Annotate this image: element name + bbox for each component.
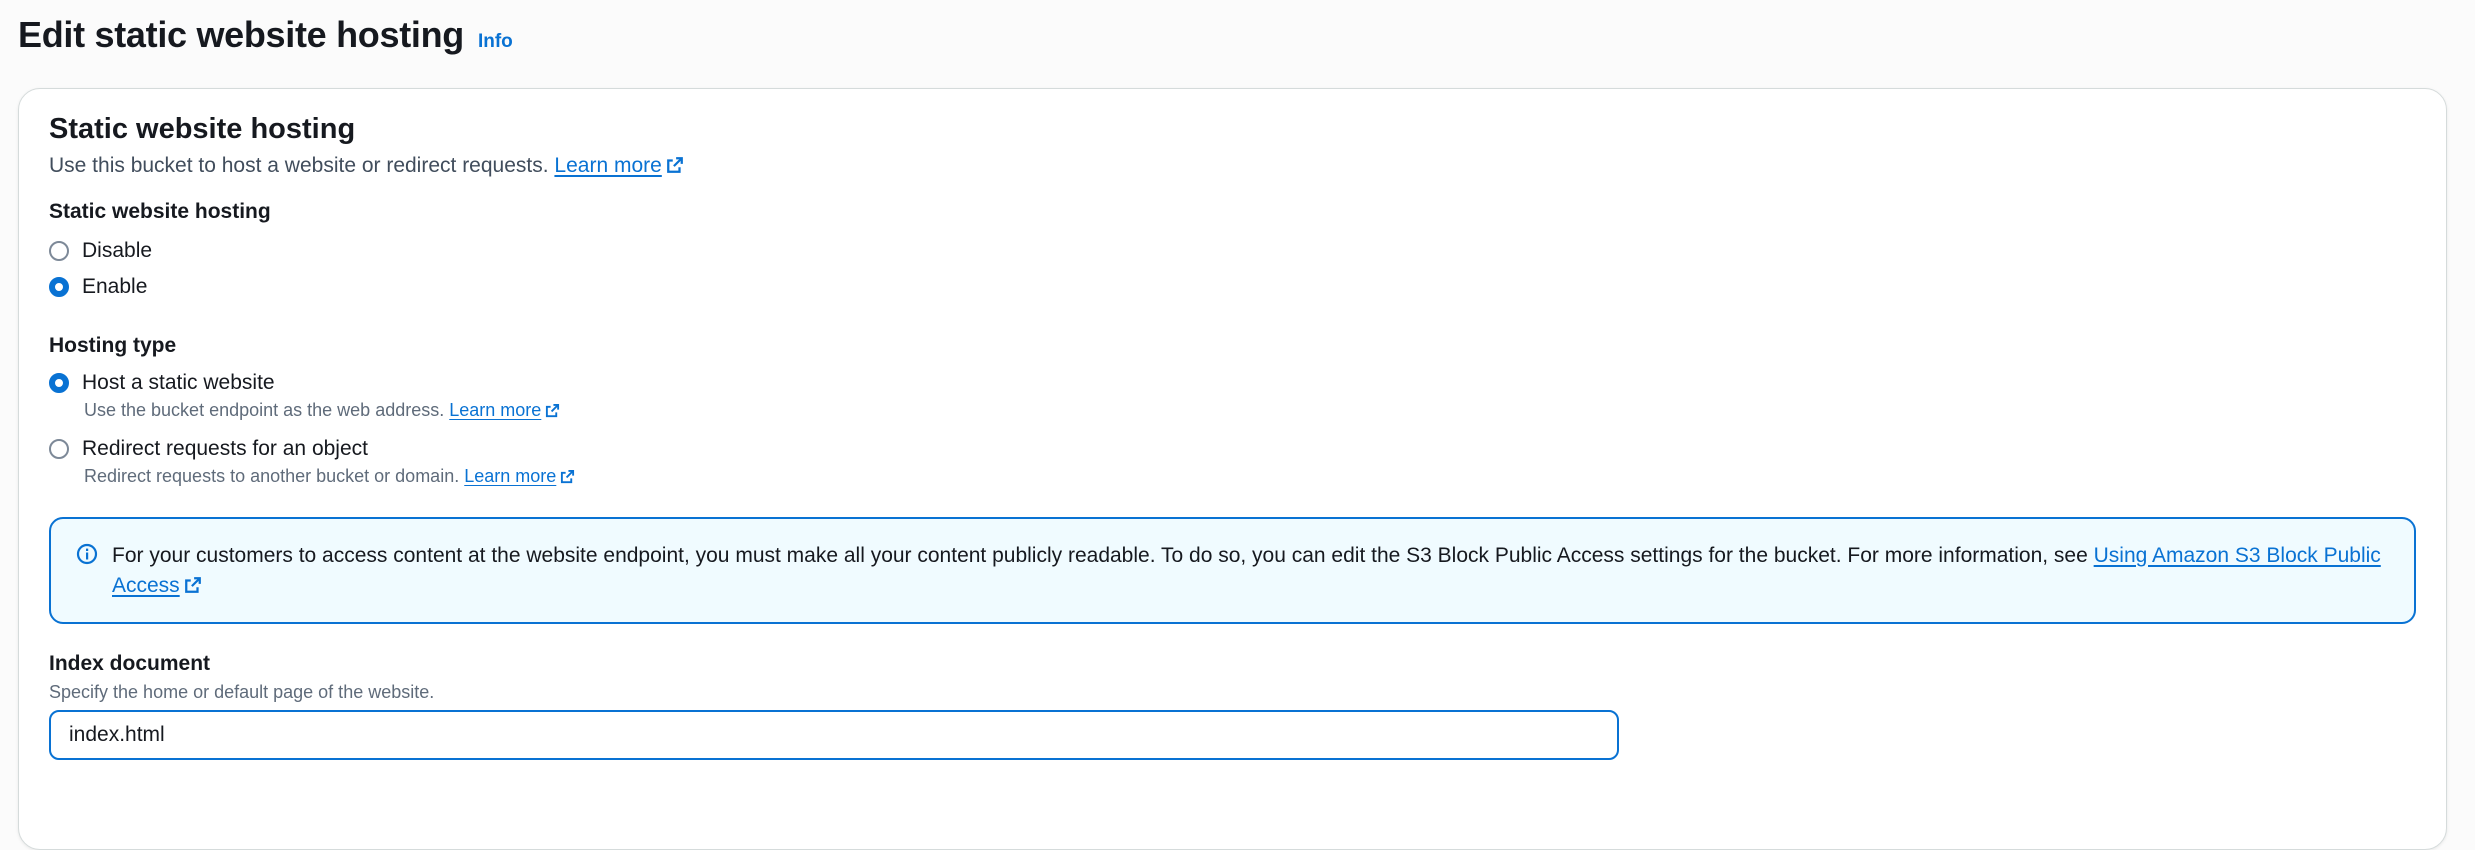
alert-message: For your customers to access content at … (112, 541, 2382, 601)
redirect-description: Redirect requests to another bucket or d… (84, 466, 575, 487)
radio-disable-label: Disable (82, 239, 153, 262)
host-static-learn-more-label: Learn more (449, 400, 542, 420)
index-document-input[interactable] (49, 710, 1619, 760)
external-link-icon (184, 577, 201, 593)
index-document-description: Specify the home or default page of the … (49, 682, 435, 702)
radio-host-static-label: Host a static website (82, 371, 275, 394)
radio-redirect-label: Redirect requests for an object (82, 437, 368, 460)
radio-disable[interactable]: Disable (49, 239, 152, 263)
host-static-description: Use the bucket endpoint as the web addre… (84, 400, 560, 421)
hosting-type-label: Hosting type (49, 334, 177, 357)
section-description: Use this bucket to host a website or red… (49, 154, 684, 178)
radio-host-static-website[interactable]: Host a static website (49, 371, 275, 395)
index-document-label: Index document (49, 652, 211, 675)
section-title: Static website hosting (49, 113, 356, 145)
host-static-description-text: Use the bucket endpoint as the web addre… (84, 400, 445, 420)
radio-host-static-circle[interactable] (49, 373, 69, 393)
radio-enable[interactable]: Enable (49, 275, 147, 299)
host-static-learn-more-link[interactable]: Learn more (449, 400, 560, 420)
radio-redirect-requests[interactable]: Redirect requests for an object (49, 437, 368, 461)
alert-message-text: For your customers to access content at … (112, 544, 2088, 567)
info-alert: For your customers to access content at … (49, 517, 2416, 624)
redirect-description-text: Redirect requests to another bucket or d… (84, 466, 460, 486)
hosting-toggle-label: Static website hosting (49, 200, 271, 223)
radio-enable-label: Enable (82, 275, 148, 298)
info-link[interactable]: Info (478, 31, 513, 53)
external-link-icon (546, 403, 560, 418)
external-link-icon (666, 157, 683, 173)
radio-disable-circle[interactable] (49, 241, 69, 261)
page-title: Edit static website hosting (18, 14, 464, 55)
section-learn-more-label: Learn more (554, 154, 662, 177)
radio-redirect-circle[interactable] (49, 439, 69, 459)
section-description-text: Use this bucket to host a website or red… (49, 154, 549, 177)
redirect-learn-more-link[interactable]: Learn more (464, 466, 575, 486)
page-header: Edit static website hosting Info (18, 14, 513, 56)
static-website-hosting-panel: Static website hosting Use this bucket t… (18, 88, 2447, 850)
info-circle-icon (76, 543, 98, 565)
radio-enable-circle[interactable] (49, 277, 69, 297)
section-learn-more-link[interactable]: Learn more (554, 154, 683, 177)
external-link-icon (561, 469, 575, 484)
redirect-learn-more-label: Learn more (464, 466, 557, 486)
